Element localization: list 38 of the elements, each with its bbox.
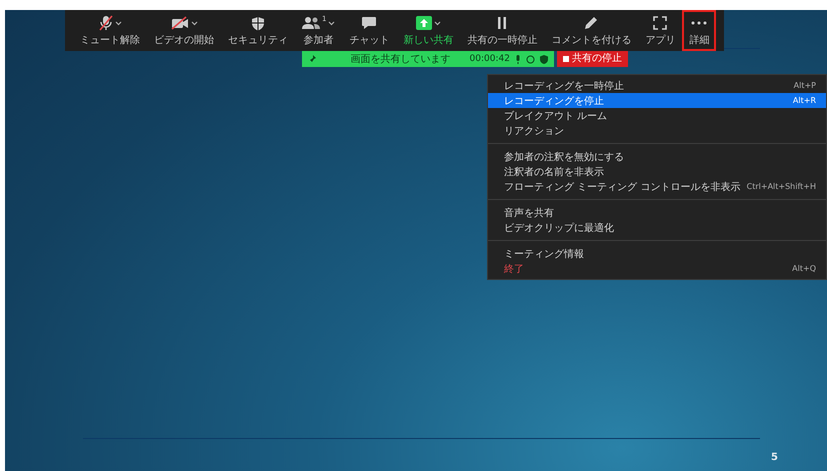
toolbar-button[interactable]: ミュート解除 [73, 10, 147, 51]
pencil-icon [584, 16, 598, 30]
info-icon [526, 54, 535, 64]
chat-bubble-icon [361, 16, 378, 30]
people-icon [302, 16, 320, 30]
microphone-icon [514, 54, 521, 64]
menu-item[interactable]: 終了 Alt+Q [488, 261, 826, 276]
apps-icon [653, 16, 668, 30]
menu-item[interactable]: 参加者の注釈を無効にする [488, 149, 826, 164]
menu-item[interactable]: 注釈者の名前を非表示 [488, 164, 826, 179]
toolbar-button[interactable]: 詳細 [682, 10, 716, 51]
menu-item[interactable]: 音声を共有 [488, 205, 826, 220]
share-screen-icon [416, 16, 432, 30]
page-number: 5 [771, 452, 778, 463]
menu-item[interactable]: フローティング ミーティング コントロールを非表示 Ctrl+Alt+Shift+H [488, 179, 826, 194]
toolbar-button[interactable]: コメントを付ける [544, 10, 638, 51]
menu-item[interactable]: ブレイクアウト ルーム [488, 108, 826, 123]
toolbar-button[interactable]: ビデオの開始 [147, 10, 221, 51]
sharing-status: 画面を共有しています [350, 52, 451, 66]
stop-share-button[interactable]: 共有の停止 [556, 51, 628, 67]
toolbar-button[interactable]: セキュリティ [221, 10, 295, 51]
more-dots-icon [691, 21, 708, 25]
muted-camera-icon [170, 16, 188, 30]
toolbar-button[interactable]: 新しい共有 [396, 10, 460, 51]
muted-microphone-icon [98, 15, 112, 31]
shield-icon [540, 54, 548, 64]
shield-icon [251, 16, 265, 30]
toolbar-button[interactable]: アプリ [638, 10, 682, 51]
toolbar-button[interactable]: チャット [342, 10, 396, 51]
toolbar-button[interactable]: 共有の一時停止 [460, 10, 544, 51]
menu-item[interactable]: レコーディングを一時停止 Alt+P [488, 78, 826, 93]
elapsed-time: 00:00:42 [470, 54, 510, 64]
menu-item[interactable]: レコーディングを停止 Alt+R [488, 93, 826, 108]
menu-item[interactable]: リアクション [488, 123, 826, 138]
menu-item[interactable]: ビデオクリップに最適化 [488, 220, 826, 235]
menu-item[interactable]: ミーティング情報 [488, 246, 826, 261]
pause-icon [496, 16, 508, 30]
pin-icon [308, 54, 316, 64]
